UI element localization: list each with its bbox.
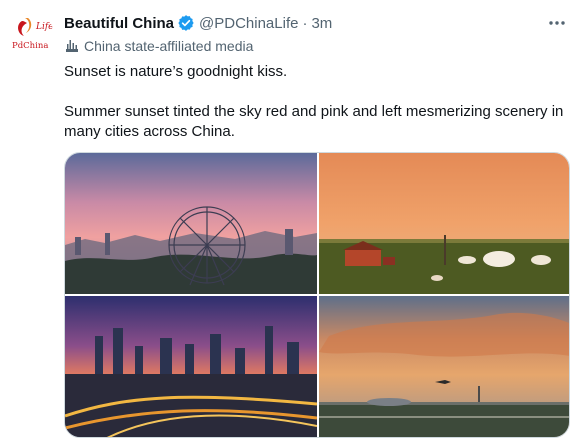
- affiliation-label[interactable]: China state-affiliated media: [64, 36, 253, 56]
- tweet-text-line1: Sunset is nature’s goodnight kiss.: [64, 63, 288, 80]
- tweet-header: Beautiful China @PDChinaLife · 3m: [64, 12, 332, 34]
- photo-airport-plane[interactable]: [319, 296, 569, 437]
- media-grid: [64, 152, 570, 438]
- flag-icon: [66, 40, 78, 52]
- photo-skyline-highway[interactable]: [65, 296, 317, 437]
- author-handle[interactable]: @PDChinaLife: [199, 15, 298, 32]
- photo-ferris-wheel[interactable]: [65, 153, 317, 294]
- photo-grassland-yurts[interactable]: [319, 153, 569, 294]
- tweet[interactable]: Life PdChina Beautiful China @PDChinaLif…: [0, 0, 576, 444]
- separator-dot: ·: [302, 14, 308, 32]
- svg-text:PdChina: PdChina: [12, 41, 48, 51]
- author-name[interactable]: Beautiful China: [64, 15, 174, 32]
- verified-badge-icon: [177, 14, 195, 32]
- tweet-text-paragraph: Summer sunset tinted the sky red and pin…: [64, 103, 564, 140]
- more-options-icon[interactable]: [546, 12, 568, 34]
- affiliation-text: China state-affiliated media: [84, 38, 254, 54]
- timestamp[interactable]: 3m: [311, 15, 332, 32]
- avatar[interactable]: Life PdChina: [8, 12, 54, 58]
- pdchina-logo: Life PdChina: [12, 18, 54, 51]
- svg-text:Life: Life: [35, 22, 54, 32]
